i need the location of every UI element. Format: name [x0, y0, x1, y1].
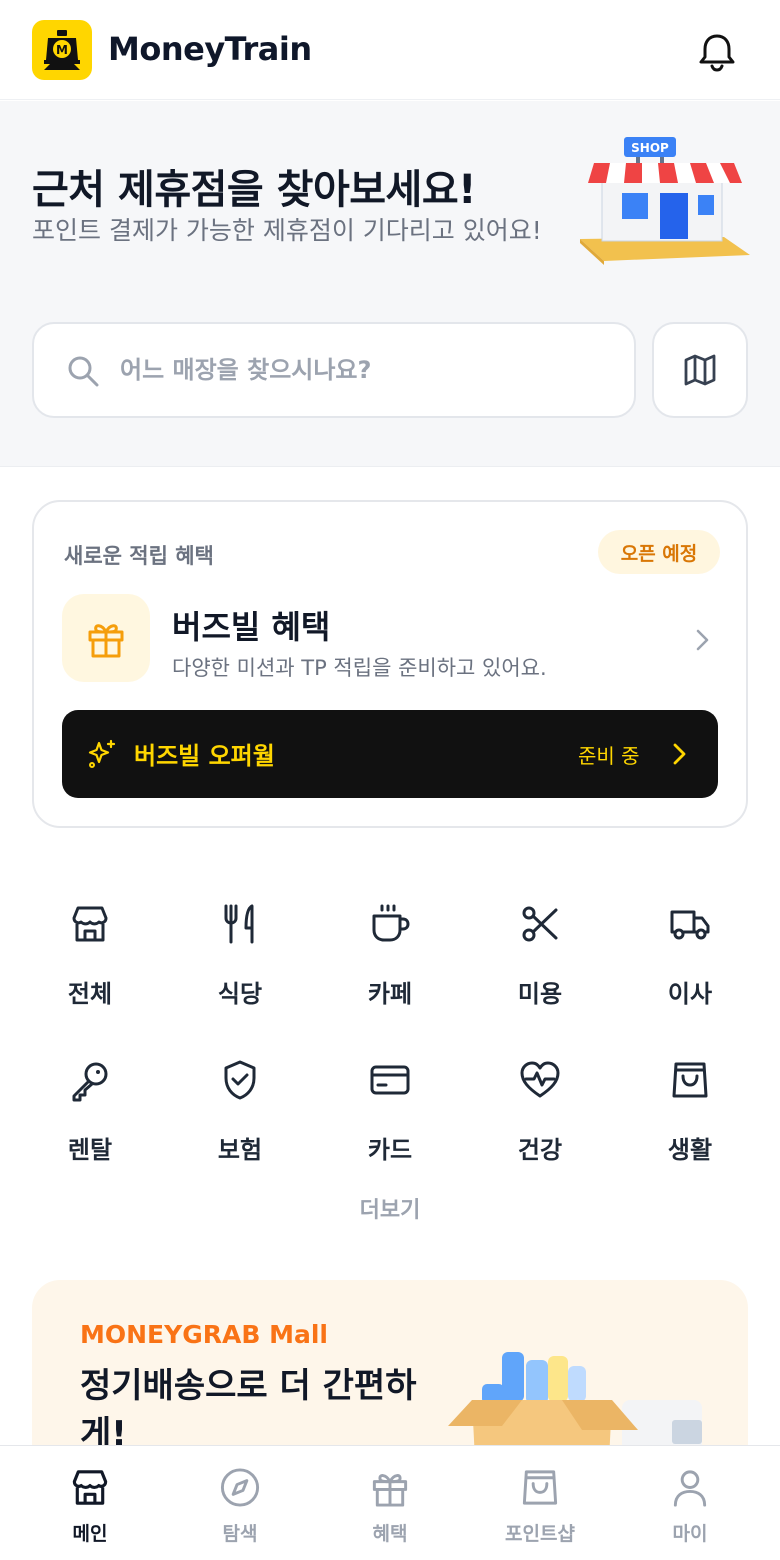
category-card[interactable]: 카드 — [315, 1058, 465, 1178]
chevron-right-icon — [673, 743, 686, 765]
nav-my[interactable]: 마이 — [615, 1466, 765, 1546]
chevron-right-icon[interactable] — [690, 628, 714, 652]
category-label: 카페 — [367, 980, 413, 1008]
category-label: 전체 — [67, 980, 113, 1008]
promo-description: 다양한 미션과 TP 적립을 준비하고 있어요. — [172, 656, 547, 680]
more-categories-button[interactable]: 더보기 — [340, 1192, 440, 1224]
store-icon — [72, 1470, 108, 1505]
category-restaurant[interactable]: 식당 — [165, 902, 315, 1022]
user-icon — [673, 1470, 707, 1507]
category-label: 생활 — [667, 1136, 713, 1164]
category-label: 렌탈 — [67, 1136, 113, 1164]
train-logo-icon: M — [44, 30, 80, 70]
nav-point-shop[interactable]: 포인트샵 — [465, 1466, 615, 1546]
promo-label: 새로운 적립 혜택 — [64, 544, 214, 568]
offerwall-status: 준비 중 — [578, 744, 640, 768]
category-label: 카드 — [367, 1136, 413, 1164]
utensils-icon — [224, 904, 254, 944]
nav-label: 메인 — [72, 1523, 108, 1545]
store-icon — [72, 906, 108, 942]
bottom-navigation: 메인 탐색 혜택 포인트샵 마이 — [0, 1445, 780, 1560]
category-all[interactable]: 전체 — [15, 902, 165, 1022]
category-label: 건강 — [517, 1136, 563, 1164]
offerwall-title: 버즈빌 오퍼월 — [134, 742, 275, 770]
shopping-bag-icon — [522, 1470, 558, 1505]
category-label: 식당 — [217, 980, 263, 1008]
nav-label: 탐색 — [222, 1523, 258, 1545]
map-icon — [684, 354, 716, 386]
coffee-icon — [372, 904, 410, 942]
search-icon — [68, 356, 99, 387]
nav-label: 포인트샵 — [505, 1523, 575, 1545]
category-label: 미용 — [517, 980, 563, 1008]
nav-label: 마이 — [672, 1523, 708, 1545]
category-insurance[interactable]: 보험 — [165, 1058, 315, 1178]
nav-explore[interactable]: 탐색 — [165, 1466, 315, 1546]
gift-icon-box — [62, 594, 150, 682]
svg-text:SHOP: SHOP — [631, 141, 669, 155]
app-logo[interactable]: M — [32, 20, 92, 80]
app-header: M MoneyTrain — [0, 0, 780, 100]
shield-check-icon — [224, 1060, 256, 1100]
mall-title: 정기배송으로 더 간편하게! — [80, 1366, 417, 1454]
offerwall-button[interactable]: 버즈빌 오퍼월 준비 중 — [62, 710, 718, 798]
heart-pulse-icon — [520, 1061, 560, 1098]
scissors-icon — [522, 906, 558, 942]
category-beauty[interactable]: 미용 — [465, 902, 615, 1022]
category-moving[interactable]: 이사 — [615, 902, 765, 1022]
category-cafe[interactable]: 카페 — [315, 902, 465, 1022]
promo-title[interactable]: 버즈빌 혜택 — [172, 602, 330, 648]
store-search-input[interactable] — [120, 350, 600, 390]
brand-name: MoneyTrain — [108, 30, 312, 68]
gift-icon — [88, 624, 124, 658]
category-living[interactable]: 생활 — [615, 1058, 765, 1178]
hero-section: 근처 제휴점을 찾아보세요! 포인트 결제가 가능한 제휴점이 기다리고 있어요… — [0, 101, 780, 467]
shopping-bag-icon — [672, 1062, 708, 1098]
bell-icon[interactable] — [694, 28, 740, 74]
rewards-promo-card: 새로운 적립 혜택 오픈 예정 버즈빌 혜택 다양한 미션과 TP 적립을 준비… — [32, 500, 748, 828]
hero-title: 근처 제휴점을 찾아보세요! — [32, 167, 476, 213]
map-view-button[interactable] — [652, 322, 748, 418]
store-search-box[interactable] — [32, 322, 636, 418]
key-icon — [72, 1062, 108, 1102]
shop-illustration: SHOP — [580, 137, 750, 265]
category-label: 이사 — [667, 980, 713, 1008]
compass-icon — [220, 1468, 260, 1507]
hero-subtitle: 포인트 결제가 가능한 제휴점이 기다리고 있어요! — [32, 216, 542, 245]
category-rental[interactable]: 렌탈 — [15, 1058, 165, 1178]
gift-icon — [372, 1474, 408, 1507]
svg-text:M: M — [56, 43, 68, 57]
nav-main[interactable]: 메인 — [15, 1466, 165, 1546]
nav-label: 혜택 — [372, 1523, 408, 1545]
truck-icon — [670, 910, 710, 940]
nav-benefits[interactable]: 혜택 — [315, 1466, 465, 1546]
category-health[interactable]: 건강 — [465, 1058, 615, 1178]
mall-name: MONEYGRAB Mall — [80, 1320, 328, 1349]
status-badge: 오픈 예정 — [598, 530, 720, 574]
category-label: 보험 — [217, 1136, 263, 1164]
credit-card-icon — [370, 1065, 410, 1095]
sparkles-icon — [88, 739, 116, 768]
